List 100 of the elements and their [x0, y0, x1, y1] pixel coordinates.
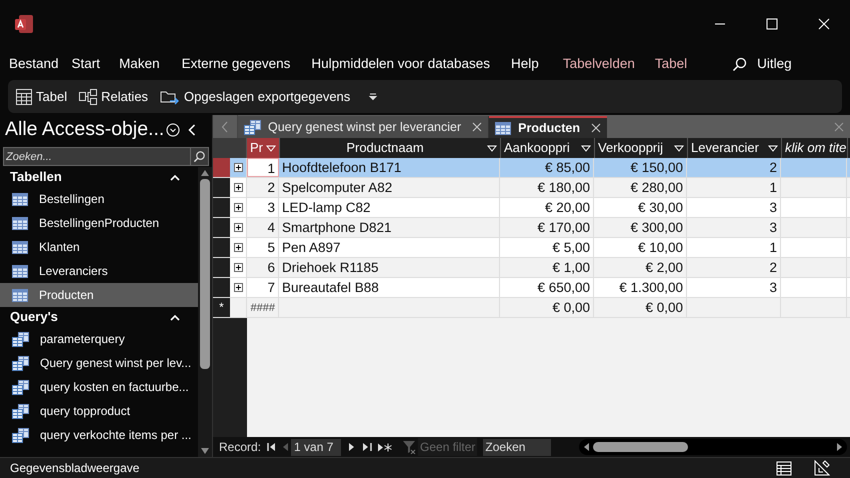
relations-icon — [79, 88, 98, 104]
query-icon — [12, 380, 29, 394]
expand-plus-icon[interactable] — [234, 263, 242, 272]
table-icon — [495, 122, 512, 134]
navigation-item[interactable]: Query genest winst per lev... — [0, 351, 198, 375]
toolbar-button[interactable]: Relaties — [79, 86, 148, 106]
group-header[interactable]: Tabellen — [0, 167, 198, 187]
query-icon — [12, 356, 29, 370]
table-cell: € 30,00 — [594, 198, 687, 217]
table-icon — [12, 192, 28, 206]
collapse-chevron-icon[interactable] — [188, 124, 196, 136]
dropdown-circle-icon[interactable] — [166, 123, 180, 137]
navigation-item[interactable]: parameterquery — [0, 327, 198, 351]
search-icon[interactable] — [191, 147, 209, 166]
expand-plus-icon[interactable] — [234, 223, 242, 232]
expand-plus-icon[interactable] — [234, 163, 242, 172]
scroll-right-icon[interactable] — [837, 443, 843, 451]
navigation-item[interactable]: query kosten en factuurbe... — [0, 375, 198, 399]
table-cell: € 650,00 — [500, 278, 594, 297]
query-icon — [12, 428, 29, 442]
new-record-button[interactable] — [378, 442, 392, 452]
table-cell: € 280,00 — [594, 178, 687, 197]
last-record-button[interactable] — [363, 443, 372, 451]
table-icon — [12, 264, 28, 278]
table-cell: Driehoek R1185 — [279, 258, 500, 277]
record-search-field[interactable]: Zoeken — [483, 438, 552, 456]
design-view-icon[interactable] — [814, 460, 830, 476]
menu-tab[interactable]: Maken — [119, 54, 160, 74]
menu-tab[interactable]: Tabel — [654, 54, 688, 74]
expand-plus-icon[interactable] — [234, 243, 242, 252]
dropdown-arrow-icon[interactable] — [674, 144, 684, 152]
dropdown-arrow-icon[interactable] — [487, 144, 497, 152]
status-text: Gegevensbladweergave — [10, 460, 140, 477]
toolbar-button[interactable]: Opgeslagen exportgegevens — [160, 86, 350, 106]
search-icon[interactable] — [732, 56, 748, 72]
close-icon[interactable] — [590, 123, 601, 133]
table-cell: € 170,00 — [500, 218, 594, 237]
menu-tab[interactable]: Bestand — [9, 54, 59, 74]
table-cell: € 300,00 — [594, 218, 687, 237]
menu-tab[interactable]: Tabelvelden — [562, 54, 635, 74]
folder-arrow-icon — [160, 88, 180, 104]
previous-record-button[interactable] — [282, 443, 288, 451]
document-tab[interactable]: Query genest winst per leverancier — [238, 116, 490, 138]
column-header[interactable]: Pr — [247, 138, 280, 158]
table-cell: € 2,00 — [594, 258, 687, 277]
navigation-item[interactable]: Leveranciers — [0, 259, 198, 283]
table-cell: € 1,00 — [500, 258, 594, 277]
group-header[interactable]: Query's — [0, 307, 198, 327]
navigation-item[interactable]: query verkochte items per ... — [0, 423, 198, 447]
table-cell: 2 — [687, 158, 781, 177]
menu-tab[interactable]: Hulpmiddelen voor databases — [311, 54, 490, 74]
navigation-item[interactable]: Producten — [0, 283, 198, 307]
customize-dropdown-icon[interactable] — [368, 92, 378, 100]
horizontal-scrollbar[interactable] — [579, 439, 847, 455]
scrollbar[interactable] — [198, 167, 212, 457]
table-icon — [12, 240, 28, 254]
table-cell: € 180,00 — [500, 178, 594, 197]
dropdown-arrow-icon[interactable] — [768, 144, 778, 152]
table-cell: Bureautafel B88 — [279, 278, 500, 297]
record-position-field[interactable]: 1 van 7 — [291, 438, 342, 456]
table-cell: 3 — [687, 278, 781, 297]
next-record-button[interactable] — [349, 443, 356, 451]
table-cell: 1 — [687, 178, 781, 197]
navigation-item[interactable]: Bestellingen — [0, 187, 198, 211]
menu-tab[interactable]: Externe gegevens — [182, 54, 290, 74]
expand-plus-icon[interactable] — [234, 283, 242, 292]
table-cell: 2 — [687, 258, 781, 277]
table-icon — [12, 216, 28, 230]
table-cell: 6 — [247, 258, 279, 277]
table-cell: € 0,00 — [500, 298, 594, 317]
query-icon — [244, 120, 261, 134]
table-cell: 4 — [247, 218, 279, 237]
navigation-item[interactable]: query topproduct — [0, 399, 198, 423]
table-cell: € 5,00 — [500, 238, 594, 257]
table-cell: LED-lamp C82 — [279, 198, 500, 217]
navigation-item[interactable]: BestellingenProducten — [0, 211, 198, 235]
dropdown-arrow-icon[interactable] — [266, 144, 276, 152]
table-icon — [12, 288, 28, 302]
scroll-left-icon[interactable] — [583, 443, 590, 451]
maximize-icon[interactable] — [766, 18, 778, 30]
toolbar-button[interactable]: Tabel — [16, 86, 68, 106]
table-cell: € 20,00 — [500, 198, 594, 217]
dropdown-arrow-icon[interactable] — [581, 144, 591, 152]
datasheet-view-icon[interactable] — [776, 460, 792, 476]
scroll-down-icon[interactable] — [201, 448, 209, 454]
table-cell: 5 — [247, 238, 279, 257]
scroll-up-icon[interactable] — [201, 170, 209, 176]
query-icon — [12, 332, 29, 346]
table-cell: € 1.300,00 — [594, 278, 687, 297]
menu-tab[interactable]: Help — [511, 54, 539, 74]
menu-tab[interactable]: Start — [72, 54, 100, 74]
expand-plus-icon[interactable] — [234, 203, 242, 212]
search-field[interactable]: Zoeken... — [3, 147, 191, 166]
document-tab[interactable]: Producten — [489, 116, 607, 138]
expand-plus-icon[interactable] — [234, 183, 242, 192]
first-record-button[interactable] — [267, 443, 276, 451]
navigation-item[interactable]: Klanten — [0, 235, 198, 259]
new-record-marker[interactable]: * — [213, 298, 230, 317]
query-icon — [12, 404, 29, 418]
tell-me-button[interactable]: Uitleg — [757, 54, 792, 74]
